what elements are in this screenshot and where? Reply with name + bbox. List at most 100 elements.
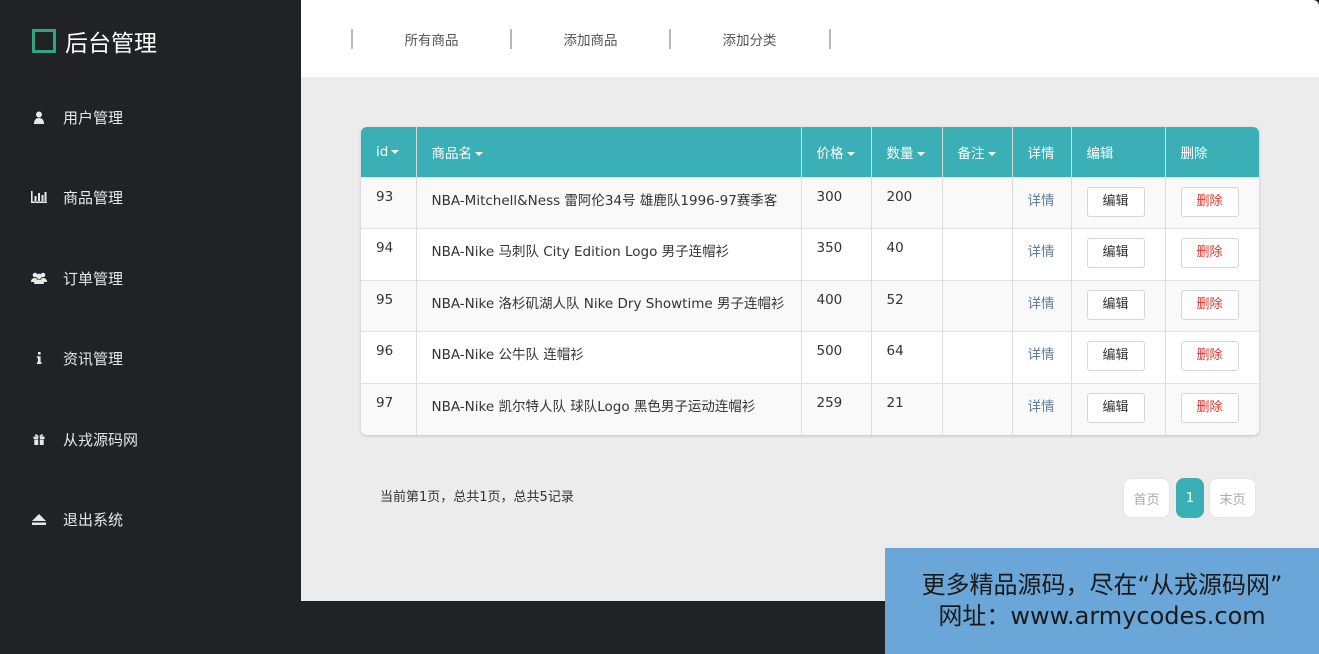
sidebar-item-products[interactable]: 商品管理	[0, 177, 301, 217]
gift-icon	[31, 433, 47, 445]
cell-quantity: 64	[871, 331, 943, 383]
cell-quantity: 200	[871, 176, 943, 229]
table-row: 93 NBA-Mitchell&Ness 雷阿伦34号 雄鹿队1996-97赛季…	[361, 176, 1259, 229]
cell-note	[942, 228, 1013, 280]
table-row: 94 NBA-Nike 马刺队 City Edition Logo 男子连帽衫 …	[361, 228, 1259, 280]
delete-button[interactable]: 删除	[1180, 238, 1239, 268]
column-header-quantity[interactable]: 数量	[871, 127, 943, 177]
square-logo-icon	[32, 29, 56, 53]
cell-edit: 编辑	[1071, 331, 1166, 383]
edit-button[interactable]: 编辑	[1086, 238, 1145, 268]
pagination-info: 当前第1页，总共1页，总共5记录	[380, 490, 574, 505]
table-row: 96 NBA-Nike 公牛队 连帽衫 500 64 详情 编辑 删除	[361, 331, 1259, 383]
sidebar-item-label: 资讯管理	[63, 349, 124, 368]
cell-name: NBA-Nike 洛杉矶湖人队 Nike Dry Showtime 男子连帽衫	[416, 279, 802, 332]
brand: 后台管理	[32, 24, 157, 58]
table-row: 95 NBA-Nike 洛杉矶湖人队 Nike Dry Showtime 男子连…	[361, 279, 1259, 332]
cell-delete: 删除	[1165, 331, 1259, 383]
sidebar-item-orders[interactable]: 订单管理	[0, 258, 301, 298]
cell-price: 300	[801, 176, 872, 229]
sidebar-item-label: 退出系统	[63, 510, 124, 529]
edit-button[interactable]: 编辑	[1086, 341, 1145, 371]
info-icon	[31, 352, 47, 364]
last-page-button[interactable]: 末页	[1209, 478, 1256, 518]
detail-link[interactable]: 详情	[1012, 176, 1072, 229]
sidebar-item-armycodes[interactable]: 从戎源码网	[0, 419, 301, 459]
cell-note	[942, 176, 1013, 229]
edit-button[interactable]: 编辑	[1086, 392, 1145, 423]
cell-price: 259	[801, 382, 872, 435]
edit-button[interactable]: 编辑	[1086, 289, 1145, 320]
sidebar: 后台管理 用户管理 商品管理 订单管理 资讯管理 从戎源码网 退出系统	[0, 0, 301, 654]
sidebar-item-label: 从戎源码网	[63, 430, 139, 449]
cell-id: 95	[361, 279, 417, 332]
promo-line-1: 更多精品源码，尽在“从戎源码网”	[921, 571, 1283, 599]
edit-button[interactable]: 编辑	[1086, 186, 1145, 217]
cell-quantity: 40	[871, 228, 943, 280]
delete-button[interactable]: 删除	[1180, 341, 1239, 371]
detail-link[interactable]: 详情	[1012, 331, 1072, 383]
cell-edit: 编辑	[1071, 228, 1166, 280]
tab-add-product[interactable]: 添加商品	[511, 0, 670, 77]
cell-price: 400	[801, 279, 872, 332]
delete-button[interactable]: 删除	[1180, 392, 1239, 423]
caret-down-icon	[916, 151, 925, 156]
cell-delete: 删除	[1165, 228, 1259, 280]
sidebar-item-label: 订单管理	[63, 269, 124, 288]
column-header-edit: 编辑	[1071, 127, 1166, 177]
top-tab-bar: 所有商品 添加商品 添加分类	[301, 0, 1319, 77]
caret-down-icon	[391, 149, 400, 154]
product-table: id 商品名 价格 数量 备注 详情 编辑 删除 93 NBA-Mitchell…	[361, 127, 1259, 435]
cell-name: NBA-Nike 凯尔特人队 球队Logo 黑色男子运动连帽衫	[416, 382, 802, 435]
first-page-button[interactable]: 首页	[1123, 478, 1170, 518]
sidebar-item-label: 用户管理	[63, 108, 124, 127]
cell-price: 500	[801, 331, 872, 383]
column-header-detail: 详情	[1012, 127, 1072, 177]
cell-edit: 编辑	[1071, 382, 1166, 435]
users-icon	[31, 272, 47, 284]
cell-note	[942, 279, 1013, 332]
tab-divider	[829, 29, 831, 49]
sidebar-item-logout[interactable]: 退出系统	[0, 499, 301, 539]
cell-id: 97	[361, 382, 417, 435]
promo-banner: 更多精品源码，尽在“从戎源码网” 网址：www.armycodes.com	[885, 548, 1319, 654]
cell-price: 350	[801, 228, 872, 280]
bar-chart-icon	[31, 191, 47, 203]
table-row: 97 NBA-Nike 凯尔特人队 球队Logo 黑色男子运动连帽衫 259 2…	[361, 382, 1259, 435]
cell-name: NBA-Nike 公牛队 连帽衫	[416, 331, 802, 383]
column-header-name[interactable]: 商品名	[416, 127, 802, 177]
cell-id: 96	[361, 331, 417, 383]
tab-add-category[interactable]: 添加分类	[670, 0, 829, 77]
tab-all-products[interactable]: 所有商品	[352, 0, 511, 77]
column-header-note[interactable]: 备注	[942, 127, 1013, 177]
eject-icon	[31, 513, 47, 525]
delete-button[interactable]: 删除	[1180, 186, 1239, 217]
sidebar-item-label: 商品管理	[63, 188, 124, 207]
sidebar-item-users[interactable]: 用户管理	[0, 97, 301, 137]
cell-name: NBA-Nike 马刺队 City Edition Logo 男子连帽衫	[416, 228, 802, 280]
cell-quantity: 21	[871, 382, 943, 435]
cell-quantity: 52	[871, 279, 943, 332]
detail-link[interactable]: 详情	[1012, 279, 1072, 332]
detail-link[interactable]: 详情	[1012, 228, 1072, 280]
cell-delete: 删除	[1165, 176, 1259, 229]
column-header-price[interactable]: 价格	[801, 127, 872, 177]
promo-line-2: 网址：www.armycodes.com	[938, 602, 1266, 630]
product-table-container: id 商品名 价格 数量 备注 详情 编辑 删除 93 NBA-Mitchell…	[361, 127, 1259, 435]
cell-delete: 删除	[1165, 279, 1259, 332]
caret-down-icon	[475, 151, 483, 156]
cell-edit: 编辑	[1071, 279, 1166, 332]
cell-name: NBA-Mitchell&Ness 雷阿伦34号 雄鹿队1996-97赛季客	[416, 176, 802, 229]
caret-down-icon	[846, 151, 855, 156]
detail-link[interactable]: 详情	[1012, 382, 1072, 435]
main-content: id 商品名 价格 数量 备注 详情 编辑 删除 93 NBA-Mitchell…	[301, 77, 1319, 601]
delete-button[interactable]: 删除	[1180, 289, 1239, 320]
column-header-id[interactable]: id	[361, 127, 417, 177]
cell-edit: 编辑	[1071, 176, 1166, 229]
cell-note	[942, 331, 1013, 383]
cell-note	[942, 382, 1013, 435]
cell-id: 94	[361, 228, 417, 280]
cell-id: 93	[361, 176, 417, 229]
sidebar-item-news[interactable]: 资讯管理	[0, 338, 301, 378]
current-page-button[interactable]: 1	[1176, 478, 1204, 518]
